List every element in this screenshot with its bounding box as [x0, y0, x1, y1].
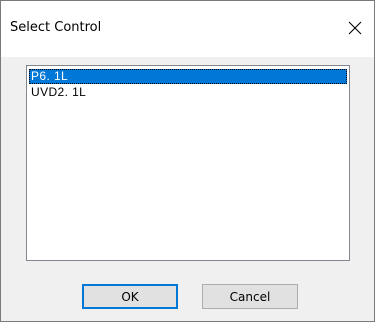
list-item[interactable]: P6. 1L	[29, 69, 347, 84]
window-title: Select Control	[10, 20, 102, 35]
select-control-dialog: Select Control P6. 1L UVD2. 1L OK Cancel	[0, 0, 375, 322]
cancel-button[interactable]: Cancel	[202, 284, 298, 309]
close-button[interactable]	[336, 9, 374, 47]
control-listbox[interactable]: P6. 1L UVD2. 1L	[26, 65, 350, 261]
ok-button[interactable]: OK	[82, 284, 178, 309]
title-bar: Select Control	[1, 1, 374, 57]
list-item[interactable]: UVD2. 1L	[29, 85, 347, 100]
close-icon	[348, 21, 362, 35]
